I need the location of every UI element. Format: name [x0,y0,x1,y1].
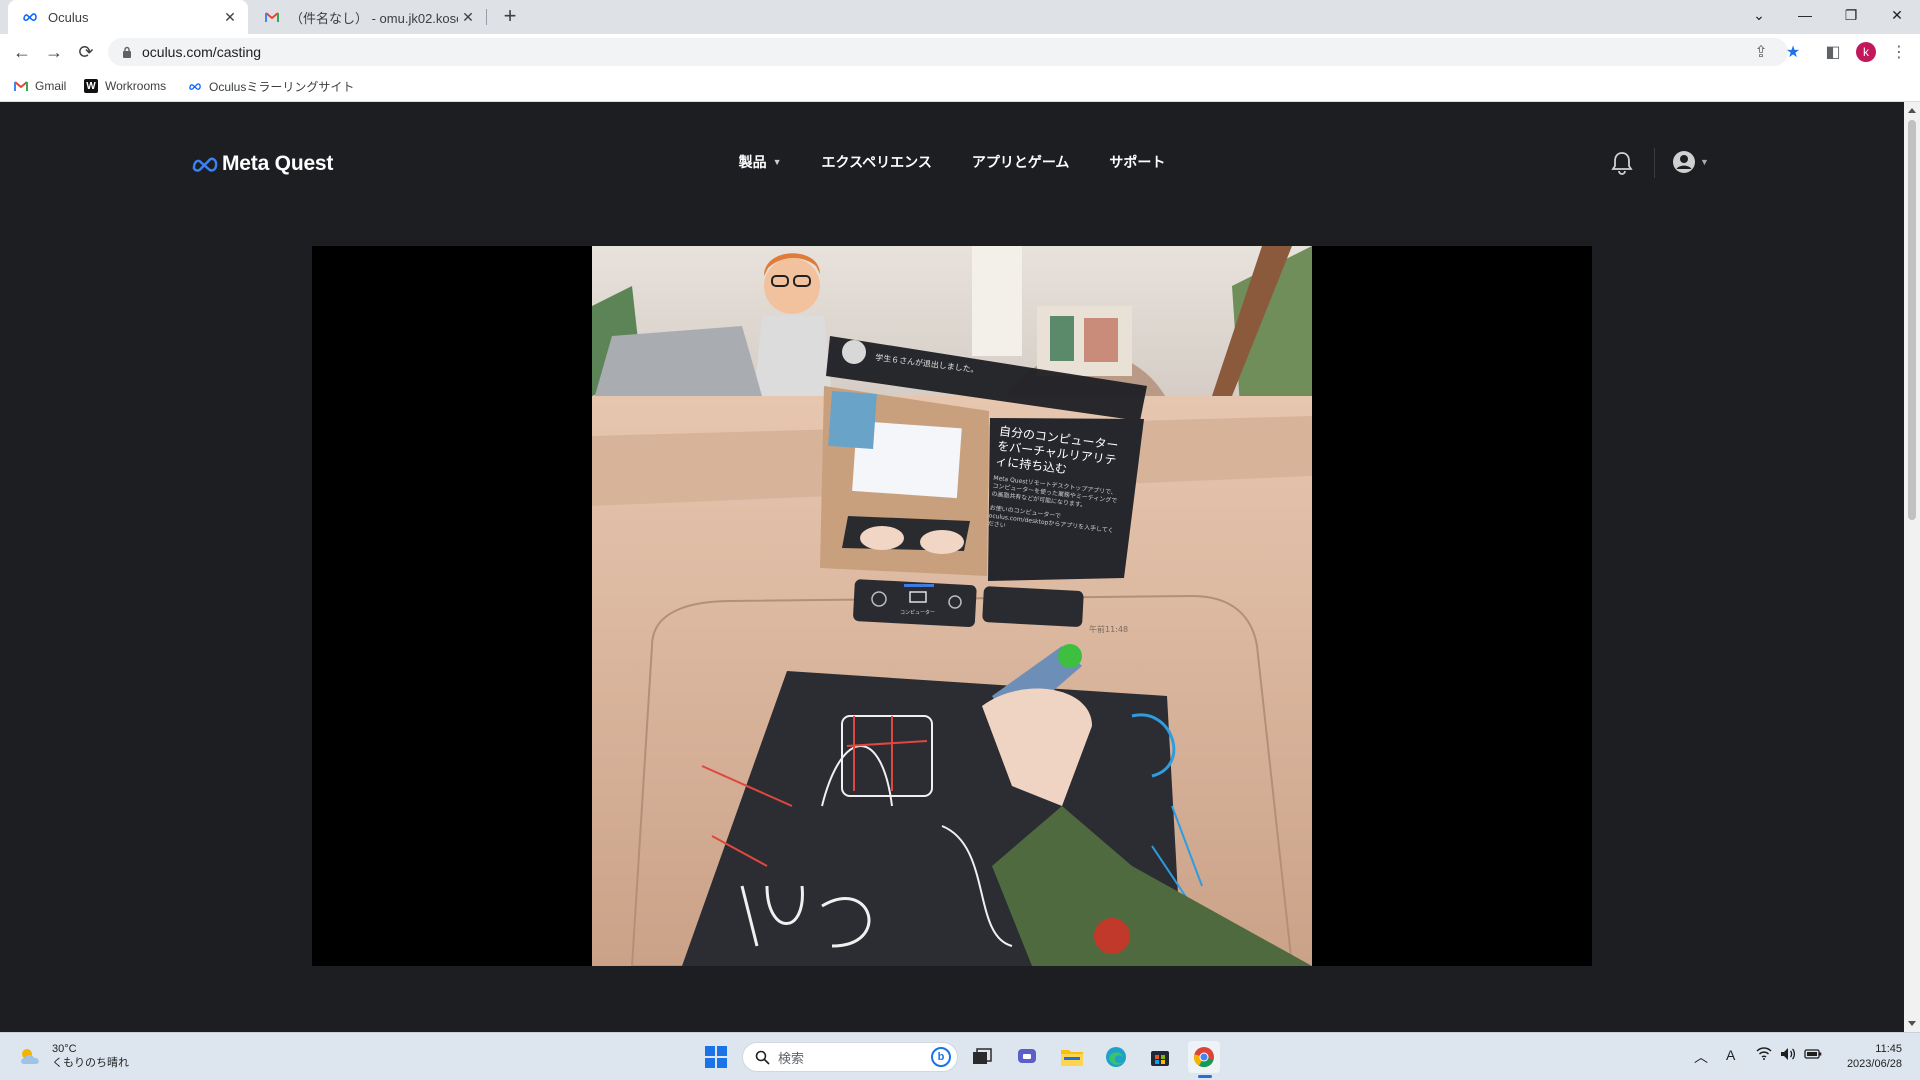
bookmark-label: Gmail [35,79,67,93]
weather-widget[interactable]: 30°C くもりのち晴れ [18,1042,129,1070]
bookmark-label: Oculusミラーリングサイト [209,79,355,94]
tab-title: Oculus [48,9,89,25]
nav-label: エクスペリエンス [821,154,932,170]
chevron-down-icon: ▼ [1700,157,1709,167]
browser-toolbar: ← → ⟳ oculus.com/casting ⇪ ★ ◧ k ⋮ [0,34,1920,70]
chevron-down-icon: ▼ [772,157,782,167]
nav-apps-games[interactable]: アプリとゲーム [972,152,1070,172]
gmail-icon [264,9,280,25]
menu-kebab-icon[interactable]: ⋮ [1888,41,1910,63]
user-avatar-icon [1673,151,1695,173]
windows-logo-icon [705,1046,727,1068]
chrome-icon[interactable] [1188,1041,1220,1073]
bookmark-oculus-mirroring[interactable]: Oculusミラーリングサイト [188,78,354,94]
weather-desc: くもりのち晴れ [52,1057,129,1069]
vr-clock-text: 午前11:48 [1089,624,1128,634]
tab-gmail[interactable]: （件名なし） - omu.jk02.kosen@ ✕ [250,0,486,34]
profile-avatar[interactable]: k [1856,42,1876,62]
clock-date: 2023/06/28 [1846,1058,1902,1070]
page-scrollbar[interactable] [1904,102,1920,1032]
task-view-icon[interactable] [966,1041,998,1073]
bookmark-workrooms[interactable]: W Workrooms [84,78,166,94]
back-button[interactable]: ← [8,38,36,66]
bing-icon: b [931,1047,951,1067]
scroll-up-icon[interactable] [1908,108,1916,113]
url-text: oculus.com/casting [142,44,262,60]
share-icon[interactable]: ⇪ [1750,41,1772,63]
reload-button[interactable]: ⟳ [72,38,100,66]
restore-button[interactable]: ❐ [1828,0,1874,30]
lock-icon [123,46,131,58]
forward-button[interactable]: → [40,38,68,66]
tab-title: （件名なし） - omu.jk02.kosen@ [290,10,458,26]
close-window-button[interactable]: ✕ [1874,0,1920,30]
teams-chat-icon[interactable] [1012,1041,1044,1073]
start-button[interactable] [700,1041,732,1073]
file-explorer-icon[interactable] [1056,1041,1088,1073]
side-panel-icon[interactable]: ◧ [1822,41,1844,63]
ime-mode-icon[interactable]: A [1726,1047,1735,1063]
search-icon [755,1050,770,1065]
tab-oculus[interactable]: Oculus ✕ [8,0,248,34]
weather-temp: 30°C [52,1043,77,1055]
bookmark-gmail[interactable]: Gmail [14,78,66,94]
store-icon[interactable] [1144,1041,1176,1073]
address-bar[interactable]: oculus.com/casting [108,38,1788,66]
casting-viewer: 学生６さんが退出しました。 自分のコンピューターをバーチャルリアリティに持ち込む… [312,246,1592,966]
nav-experiences[interactable]: エクスペリエンス [822,152,932,172]
taskbar-search[interactable]: 検索 b [742,1042,958,1072]
chrome-running-indicator [1198,1075,1212,1078]
nav-products[interactable]: 製品 ▼ [739,152,782,172]
bookmark-label: Workrooms [105,79,167,93]
cloud-sun-icon [21,1049,39,1064]
tray-chevron-up-icon[interactable]: ︿ [1694,1047,1708,1067]
vr-dock-label: コンピューター [900,609,935,616]
tab-strip: Oculus ✕ （件名なし） - omu.jk02.kosen@ ✕ + ⌄ … [0,0,1920,34]
bookmarks-bar: Gmail W Workrooms Oculusミラーリングサイト [0,70,1920,102]
user-menu[interactable]: ▼ [1672,150,1709,174]
bell-icon[interactable] [1610,150,1634,176]
nav-support[interactable]: サポート [1109,152,1165,172]
vr-scene: 学生６さんが退出しました。 自分のコンピューターをバーチャルリアリティに持ち込む… [592,246,1312,966]
scroll-down-icon[interactable] [1908,1021,1916,1026]
nav-label: サポート [1109,154,1166,170]
taskbar-clock[interactable]: 11:45 2023/06/28 [1830,1042,1902,1072]
search-placeholder: 検索 [778,1050,805,1066]
close-tab-icon[interactable]: ✕ [458,7,478,27]
tab-separator [486,9,487,25]
edge-icon[interactable] [1100,1041,1132,1073]
scrollbar-thumb[interactable] [1908,120,1916,520]
meta-icon [188,79,202,93]
bookmark-star-icon[interactable]: ★ [1782,41,1804,63]
new-tab-button[interactable]: + [498,5,522,29]
vr-cast-stream: 学生６さんが退出しました。 自分のコンピューターをバーチャルリアリティに持ち込む… [592,246,1312,966]
nav-label: アプリとゲーム [971,154,1070,170]
close-tab-icon[interactable]: ✕ [220,7,240,27]
battery-icon[interactable] [1804,1047,1822,1063]
nav-label: 製品 [738,154,767,170]
volume-icon[interactable] [1780,1047,1796,1064]
minimize-button[interactable]: — [1782,0,1828,30]
workrooms-icon: W [84,79,98,93]
tab-search-chevron-icon[interactable]: ⌄ [1736,0,1782,30]
clock-time: 11:45 [1875,1043,1902,1055]
page-content: Meta Quest 製品 ▼ エクスペリエンス アプリとゲーム サポート ▼ [0,102,1904,1032]
windows-taskbar: 30°C くもりのち晴れ 検索 b ︿ A 11:45 2023/06/28 [0,1032,1920,1080]
wifi-icon[interactable] [1756,1047,1772,1063]
gmail-icon [14,79,28,93]
meta-icon [22,9,38,25]
header-divider [1654,148,1655,178]
